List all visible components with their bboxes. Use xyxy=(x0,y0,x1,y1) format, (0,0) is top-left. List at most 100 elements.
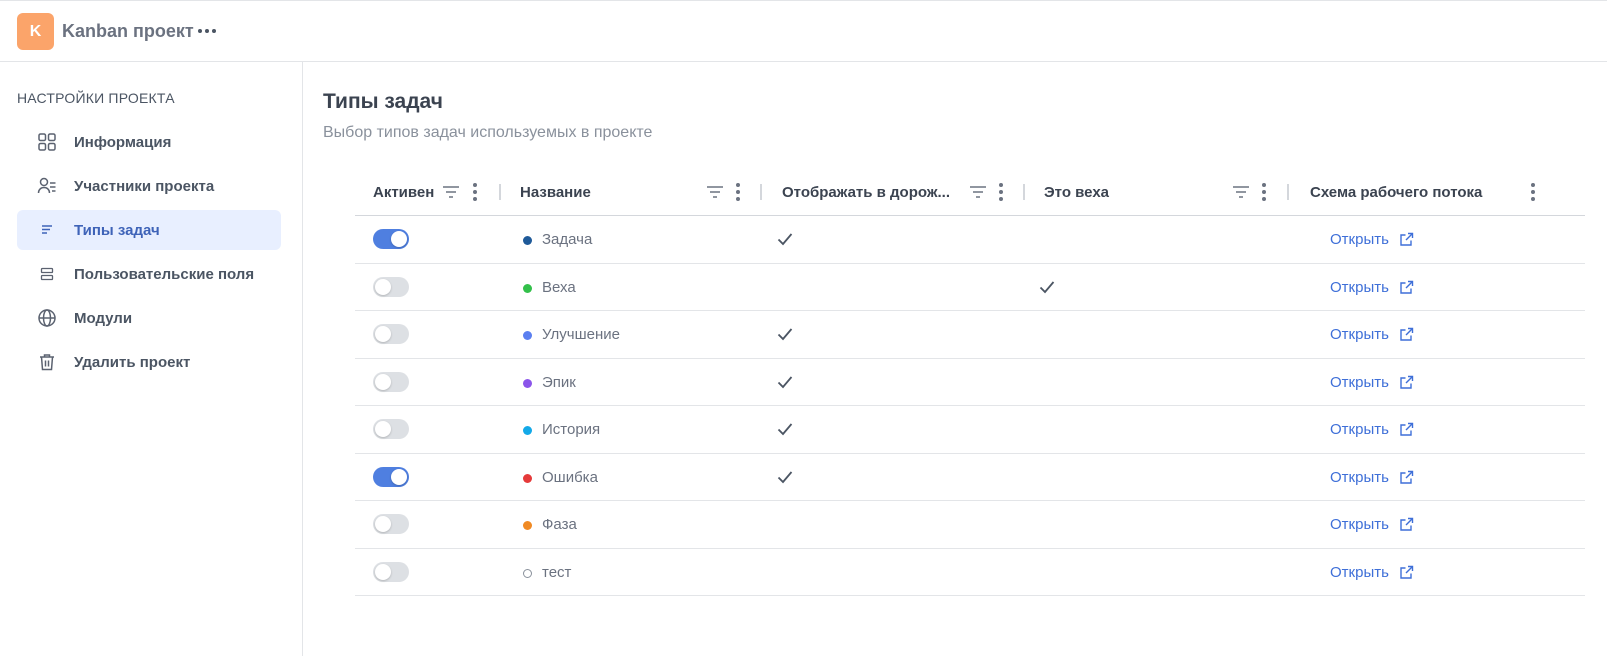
table-body: Задача Открыть Веха Открыть Улучшение Открыть… xyxy=(355,216,1585,596)
column-resize-handle[interactable] xyxy=(1287,184,1289,200)
active-toggle[interactable] xyxy=(373,561,409,582)
more-horizontal-icon[interactable] xyxy=(196,20,218,42)
column-resize-handle[interactable] xyxy=(1023,184,1025,200)
table-row: Ошибка Открыть xyxy=(355,454,1585,501)
column-header-name[interactable]: Название xyxy=(520,168,591,216)
table-row: Фаза Открыть xyxy=(355,501,1585,549)
active-toggle[interactable] xyxy=(373,276,409,297)
sidebar-item-label: Пользовательские поля xyxy=(74,265,255,283)
trash-icon xyxy=(37,352,57,372)
table-row: Эпик Открыть xyxy=(355,359,1585,406)
type-color-dot xyxy=(523,331,532,340)
column-header-label: Это веха xyxy=(1044,183,1110,201)
page-subtitle: Выбор типов задач используемых в проекте xyxy=(323,124,653,141)
column-header-active[interactable]: Активен xyxy=(373,168,434,216)
open-workflow-link[interactable]: Открыть xyxy=(1330,231,1414,248)
type-color-dot xyxy=(523,521,532,530)
table-row: Улучшение Открыть xyxy=(355,311,1585,359)
filter-icon[interactable] xyxy=(1232,184,1250,200)
check-icon xyxy=(776,325,794,343)
sidebar-item-label: Типы задач xyxy=(74,221,160,239)
type-name: История xyxy=(542,421,601,438)
type-name: тест xyxy=(542,563,572,581)
table-row: Задача Открыть xyxy=(355,216,1585,264)
check-icon xyxy=(1038,278,1056,296)
type-name: Фаза xyxy=(542,516,577,533)
column-menu-icon[interactable] xyxy=(997,182,1005,202)
external-link-icon xyxy=(1399,327,1414,342)
sidebar-item-info[interactable]: Информация xyxy=(17,122,281,162)
external-link-icon xyxy=(1399,565,1414,580)
sidebar-item-label: Удалить проект xyxy=(74,353,191,371)
check-icon xyxy=(776,230,794,248)
sidebar-item-custom-fields[interactable]: Пользовательские поля xyxy=(17,254,281,294)
task-types-table: Активен Название Отображать в дорож... Э… xyxy=(355,168,1585,596)
external-link-icon xyxy=(1399,375,1414,390)
open-workflow-link[interactable]: Открыть xyxy=(1330,374,1414,391)
table-row: тест Открыть xyxy=(355,549,1585,596)
column-menu-icon[interactable] xyxy=(734,182,742,202)
type-color-dot xyxy=(523,473,532,483)
active-toggle[interactable] xyxy=(373,419,409,439)
sidebar-item-members[interactable]: Участники проекта xyxy=(17,166,281,206)
sidebar-item-modules[interactable]: Модули xyxy=(17,298,281,338)
open-workflow-link[interactable]: Открыть xyxy=(1330,326,1414,343)
column-header-roadmap[interactable]: Отображать в дорож... xyxy=(782,168,950,216)
column-header-label: Схема рабочего потока xyxy=(1310,183,1483,201)
open-link-label: Открыть xyxy=(1330,516,1389,533)
open-workflow-link[interactable]: Открыть xyxy=(1330,564,1414,581)
sidebar-item-label: Модули xyxy=(74,309,133,327)
open-workflow-link[interactable]: Открыть xyxy=(1330,279,1414,296)
active-toggle[interactable] xyxy=(373,514,409,534)
active-toggle[interactable] xyxy=(373,229,409,249)
type-color-dot xyxy=(523,568,532,578)
open-workflow-link[interactable]: Открыть xyxy=(1330,516,1414,533)
column-resize-handle[interactable] xyxy=(499,184,501,200)
type-color-dot xyxy=(523,378,532,388)
toggle-knob xyxy=(375,421,391,437)
column-resize-handle[interactable] xyxy=(760,184,762,200)
column-header-milestone[interactable]: Это веха xyxy=(1044,168,1109,216)
type-name: Задача xyxy=(542,231,593,248)
sidebar-item-delete-project[interactable]: Удалить проект xyxy=(17,342,281,382)
toggle-knob xyxy=(391,468,407,485)
sidebar-title: НАСТРОЙКИ ПРОЕКТА xyxy=(17,90,175,106)
sidebar-item-task-types[interactable]: Типы задач xyxy=(17,210,281,250)
project-name[interactable]: Kanban проект xyxy=(62,21,194,42)
open-workflow-link[interactable]: Открыть xyxy=(1330,421,1414,438)
toggle-knob xyxy=(375,326,391,342)
filter-icon[interactable] xyxy=(442,184,460,200)
globe-icon xyxy=(37,308,57,328)
column-header-label: Активен xyxy=(373,183,435,201)
active-toggle[interactable] xyxy=(373,324,409,344)
open-link-label: Открыть xyxy=(1330,373,1389,391)
toggle-knob xyxy=(375,278,391,295)
external-link-icon xyxy=(1399,232,1414,247)
top-header: K Kanban проект xyxy=(0,0,1607,62)
type-name: Веха xyxy=(542,278,576,296)
filter-icon[interactable] xyxy=(706,184,724,200)
column-header-label: Отображать в дорож... xyxy=(782,183,950,201)
column-menu-icon[interactable] xyxy=(1260,182,1268,202)
project-avatar[interactable]: K xyxy=(17,13,54,50)
filter-icon[interactable] xyxy=(969,184,987,200)
users-icon xyxy=(37,176,57,196)
type-name: Эпик xyxy=(542,373,576,391)
sidebar-item-label: Участники проекта xyxy=(74,177,215,195)
column-menu-icon[interactable] xyxy=(1529,182,1537,202)
open-link-label: Открыть xyxy=(1330,326,1389,343)
column-menu-icon[interactable] xyxy=(471,182,479,202)
column-header-label: Название xyxy=(520,183,591,201)
open-link-label: Открыть xyxy=(1330,421,1389,438)
external-link-icon xyxy=(1399,422,1414,437)
active-toggle[interactable] xyxy=(373,466,409,487)
column-header-workflow[interactable]: Схема рабочего потока xyxy=(1310,168,1482,216)
open-link-label: Открыть xyxy=(1330,563,1389,581)
check-icon xyxy=(776,468,794,486)
list-icon xyxy=(37,220,57,240)
check-icon xyxy=(776,373,794,391)
type-color-dot xyxy=(523,426,532,435)
open-workflow-link[interactable]: Открыть xyxy=(1330,469,1414,486)
check-icon xyxy=(776,420,794,438)
active-toggle[interactable] xyxy=(373,371,409,392)
